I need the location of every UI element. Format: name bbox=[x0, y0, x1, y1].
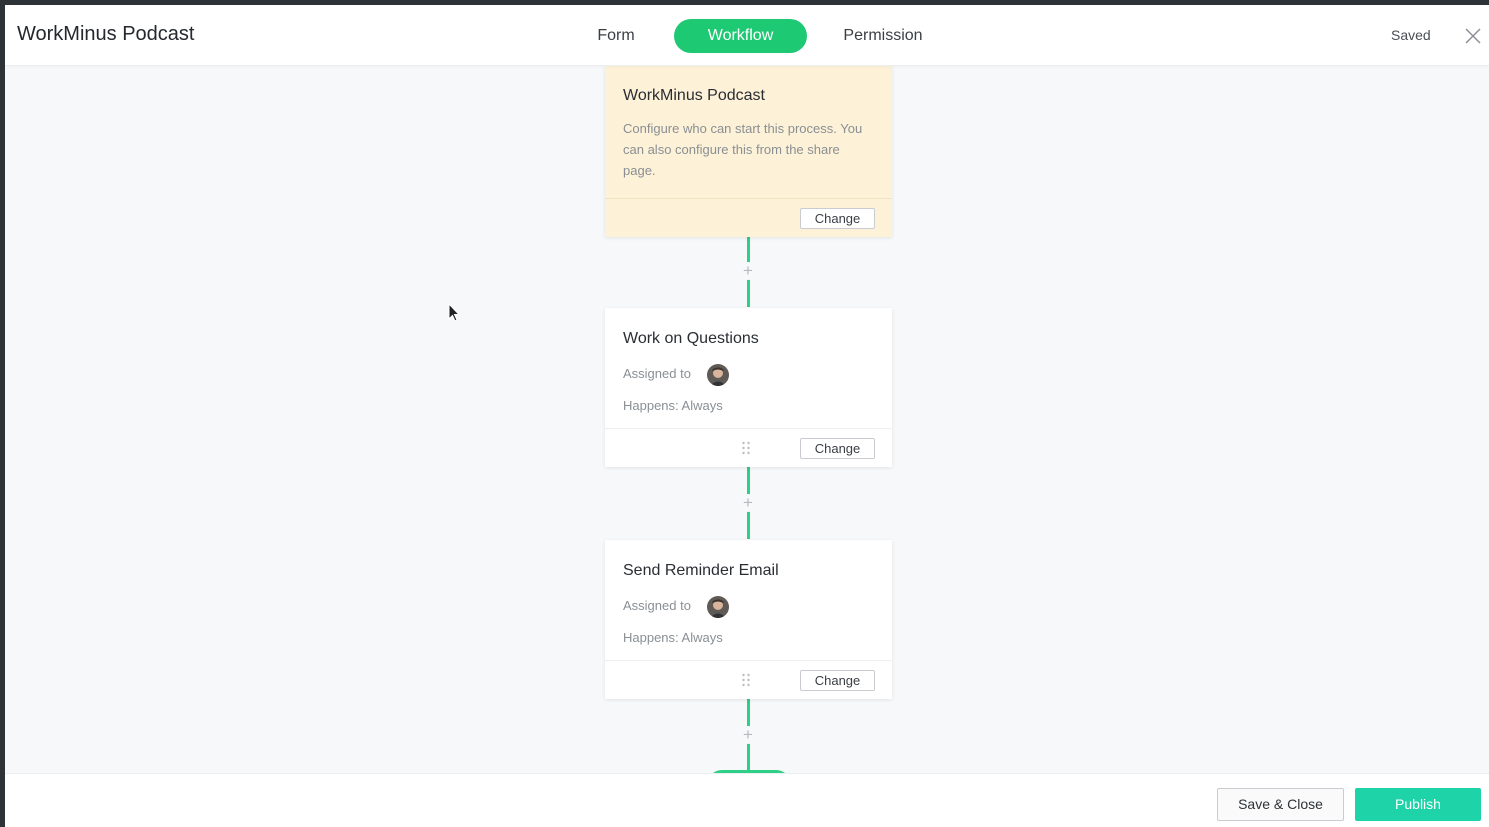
app-title: WorkMinus Podcast bbox=[17, 23, 195, 45]
close-button[interactable] bbox=[1463, 26, 1483, 46]
assigned-label: Assigned to bbox=[623, 366, 691, 381]
card-footer: Change bbox=[605, 198, 892, 237]
card-footer: Change bbox=[605, 428, 892, 467]
step-title: Work on Questions bbox=[623, 330, 759, 347]
step-title: Send Reminder Email bbox=[623, 562, 779, 579]
step-card-send-reminder-email[interactable]: Send Reminder Email Assigned to Happens:… bbox=[605, 540, 892, 699]
mouse-cursor-icon bbox=[448, 302, 462, 323]
workflow-editor: WorkMinus Podcast Form Workflow Permissi… bbox=[5, 5, 1489, 827]
tab-workflow[interactable]: Workflow bbox=[674, 19, 807, 53]
avatar[interactable] bbox=[707, 364, 729, 386]
bottom-bar: Save & Close Publish bbox=[5, 773, 1489, 827]
save-status: Saved bbox=[1391, 27, 1431, 43]
add-step-button[interactable]: + bbox=[739, 726, 757, 744]
close-icon bbox=[1465, 28, 1481, 44]
start-card: WorkMinus Podcast Configure who can star… bbox=[605, 66, 892, 237]
avatar[interactable] bbox=[707, 596, 729, 618]
tab-permission[interactable]: Permission bbox=[827, 19, 939, 53]
change-button[interactable]: Change bbox=[800, 438, 875, 459]
start-card-title: WorkMinus Podcast bbox=[623, 87, 765, 104]
drag-handle-icon[interactable] bbox=[741, 440, 751, 456]
happens-label: Happens: Always bbox=[623, 630, 723, 645]
change-button[interactable]: Change bbox=[800, 208, 875, 229]
drag-handle-icon[interactable] bbox=[741, 672, 751, 688]
add-step-button[interactable]: + bbox=[739, 494, 757, 512]
plus-icon: + bbox=[743, 261, 753, 280]
change-button[interactable]: Change bbox=[800, 670, 875, 691]
tab-form[interactable]: Form bbox=[582, 19, 650, 53]
step-card-work-on-questions[interactable]: Work on Questions Assigned to Happens: A… bbox=[605, 308, 892, 467]
happens-label: Happens: Always bbox=[623, 398, 723, 413]
top-bar: WorkMinus Podcast Form Workflow Permissi… bbox=[5, 5, 1489, 66]
add-step-button[interactable]: + bbox=[739, 262, 757, 280]
publish-button[interactable]: Publish bbox=[1355, 788, 1481, 821]
assigned-label: Assigned to bbox=[623, 598, 691, 613]
start-card-description: Configure who can start this process. Yo… bbox=[623, 121, 863, 178]
card-footer: Change bbox=[605, 660, 892, 699]
save-close-button[interactable]: Save & Close bbox=[1217, 788, 1344, 821]
plus-icon: + bbox=[743, 493, 753, 512]
plus-icon: + bbox=[743, 725, 753, 744]
